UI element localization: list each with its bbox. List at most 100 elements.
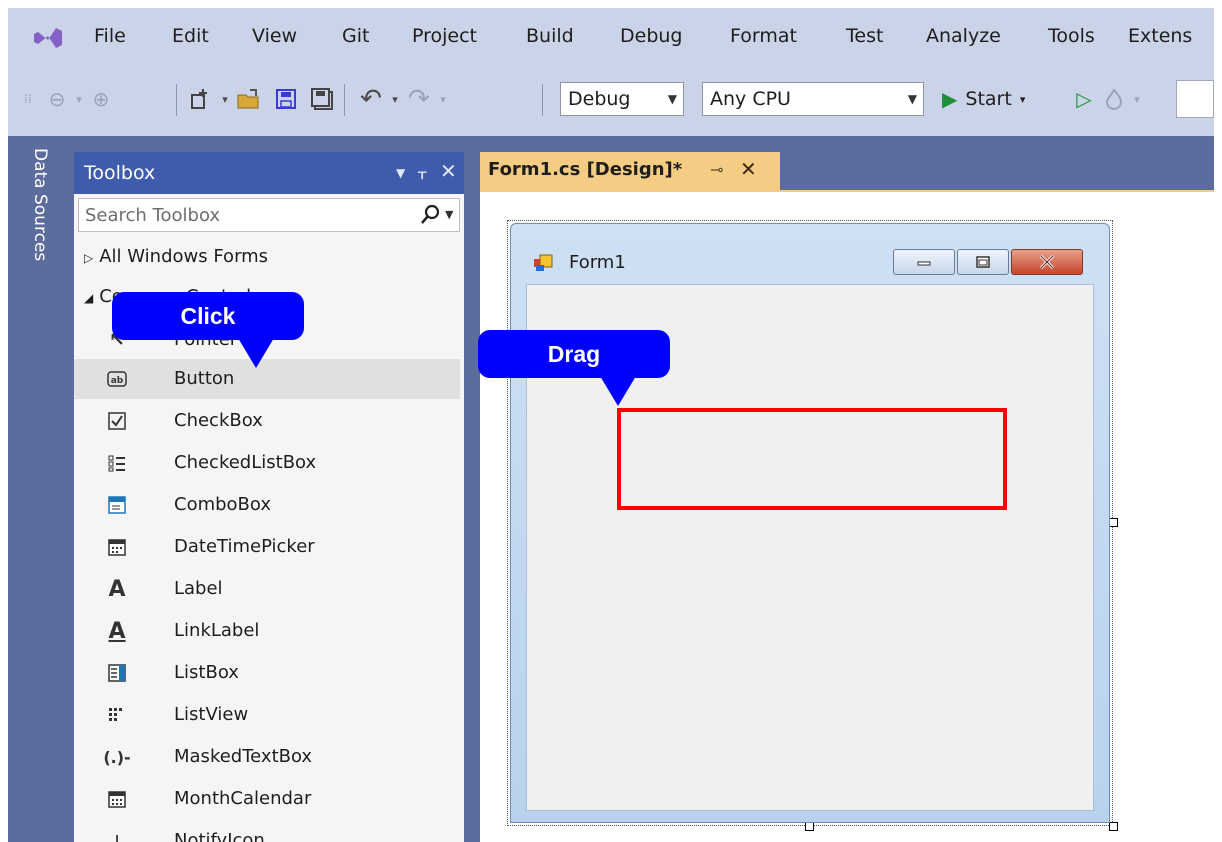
checkbox-icon bbox=[106, 410, 128, 432]
save-all-icon[interactable] bbox=[308, 84, 336, 114]
tab-form1-design[interactable]: Form1.cs [Design]* ⊸ ✕ bbox=[480, 152, 780, 190]
toolbox-item-listbox[interactable]: ListBox bbox=[74, 653, 460, 693]
menu-file[interactable]: File bbox=[94, 25, 126, 47]
menu-bar: File Edit View Git Project Build Debug F… bbox=[8, 8, 1214, 66]
toolbox-item-label: ListView bbox=[174, 704, 249, 725]
navigate-back-icon[interactable]: ⊖ bbox=[44, 84, 70, 114]
navigate-forward-icon[interactable]: ⊕ bbox=[88, 84, 114, 114]
menu-format[interactable]: Format bbox=[730, 25, 797, 47]
data-sources-tab-strip[interactable] bbox=[8, 148, 20, 286]
chevron-down-icon: ▼ bbox=[907, 92, 917, 106]
window-position-dropdown-icon[interactable]: ▼ bbox=[396, 166, 405, 180]
save-icon[interactable] bbox=[272, 84, 300, 114]
collapse-triangle-icon: ◢ bbox=[84, 291, 94, 305]
standard-toolbar: ⁞⁞ ⊖ ▾ ⊕ ▾ ↶ ▾ ↷ ▾ Debug ▼ Any CPU ▼ ▶ S… bbox=[8, 66, 1214, 136]
search-options-dropdown-icon[interactable]: ▼ bbox=[445, 208, 453, 221]
click-callout: Click bbox=[112, 292, 304, 340]
toolbox-item-monthcalendar[interactable]: MonthCalendar bbox=[74, 779, 460, 819]
toolbox-item-label[interactable]: A Label bbox=[74, 569, 460, 609]
toolbox-item-label: DateTimePicker bbox=[174, 536, 315, 557]
solution-configuration-select[interactable]: Debug ▼ bbox=[560, 82, 684, 116]
chevron-down-icon: ▼ bbox=[667, 92, 677, 106]
group-all-windows-forms[interactable]: ▷ All Windows Forms bbox=[84, 246, 268, 267]
toolbox-item-label: Button bbox=[174, 368, 235, 389]
toolbox-item-label: NotifyIcon bbox=[174, 830, 265, 842]
open-file-icon[interactable] bbox=[234, 84, 264, 114]
menu-test[interactable]: Test bbox=[846, 25, 883, 47]
menu-debug[interactable]: Debug bbox=[620, 25, 682, 47]
menu-analyze[interactable]: Analyze bbox=[926, 25, 1001, 47]
menu-git[interactable]: Git bbox=[342, 25, 369, 47]
resize-handle-bottom-right[interactable] bbox=[1109, 822, 1118, 831]
label-icon: A bbox=[108, 576, 126, 602]
toolbar-separator bbox=[542, 84, 543, 116]
toolbox-item-datetimepicker[interactable]: DateTimePicker bbox=[74, 527, 460, 567]
toolbox-item-notifyicon[interactable]: | NotifyIcon bbox=[74, 821, 460, 842]
toolbox-item-label: CheckedListBox bbox=[174, 452, 317, 473]
toolbar-separator bbox=[344, 84, 345, 116]
resize-handle-bottom[interactable] bbox=[805, 822, 814, 831]
new-dropdown-icon[interactable]: ▾ bbox=[218, 84, 232, 114]
drag-callout-pointer bbox=[600, 376, 636, 406]
toolbox-item-checkbox[interactable]: CheckBox bbox=[74, 401, 460, 441]
maximize-icon bbox=[976, 256, 990, 268]
toolbox-header: Toolbox ▼ ᚁ ✕ bbox=[74, 152, 464, 194]
form-title: Form1 bbox=[569, 252, 626, 273]
close-tab-icon[interactable]: ✕ bbox=[740, 157, 757, 181]
toolbox-item-label: LinkLabel bbox=[174, 620, 260, 641]
toolbox-title: Toolbox bbox=[84, 162, 156, 184]
toolbox-item-listview[interactable]: ListView bbox=[74, 695, 460, 735]
form1-window[interactable]: Form1 bbox=[510, 223, 1110, 823]
toolbox-item-label: Label bbox=[174, 578, 223, 599]
undo-icon[interactable]: ↶ bbox=[356, 84, 386, 114]
toolbox-item-checkedlistbox[interactable]: CheckedListBox bbox=[74, 443, 460, 483]
toolbox-item-maskedtextbox[interactable]: (.)- MaskedTextBox bbox=[74, 737, 460, 777]
data-sources-tab[interactable]: Data Sources bbox=[30, 148, 50, 261]
pin-icon[interactable]: ᚁ bbox=[418, 162, 426, 182]
menu-edit[interactable]: Edit bbox=[172, 25, 209, 47]
toolbox-item-label: ListBox bbox=[174, 662, 239, 683]
undo-dropdown-icon[interactable]: ▾ bbox=[388, 84, 402, 114]
menu-build[interactable]: Build bbox=[526, 25, 574, 47]
start-without-debugging-icon[interactable]: ▷ bbox=[1072, 84, 1096, 114]
checkedlistbox-icon bbox=[106, 452, 128, 474]
listview-icon bbox=[106, 704, 128, 726]
resize-handle-right[interactable] bbox=[1109, 518, 1118, 527]
toolbox-item-combobox[interactable]: ComboBox bbox=[74, 485, 460, 525]
close-icon[interactable]: ✕ bbox=[440, 159, 457, 183]
pin-tab-icon[interactable]: ⊸ bbox=[710, 160, 723, 179]
solution-platform-select[interactable]: Any CPU ▼ bbox=[702, 82, 924, 116]
solution-configuration-value: Debug bbox=[568, 88, 631, 110]
back-dropdown-icon[interactable]: ▾ bbox=[72, 84, 86, 114]
redo-dropdown-icon[interactable]: ▾ bbox=[436, 84, 450, 114]
start-debugging-button[interactable]: ▶ Start ▾ bbox=[942, 84, 1025, 114]
toolbox-item-linklabel[interactable]: A LinkLabel bbox=[74, 611, 460, 651]
maximize-button[interactable] bbox=[957, 249, 1009, 275]
menu-view[interactable]: View bbox=[252, 25, 297, 47]
start-dropdown-icon[interactable]: ▾ bbox=[1020, 93, 1026, 106]
menu-tools[interactable]: Tools bbox=[1048, 25, 1095, 47]
toolbox-item-label: ComboBox bbox=[174, 494, 272, 515]
datetimepicker-icon bbox=[106, 536, 128, 558]
toolbar-search-box[interactable] bbox=[1176, 80, 1214, 118]
redo-icon[interactable]: ↷ bbox=[404, 84, 434, 114]
visual-studio-logo-icon bbox=[34, 28, 62, 48]
search-input[interactable] bbox=[79, 199, 409, 231]
group-label: All Windows Forms bbox=[99, 246, 269, 267]
expand-triangle-icon: ▷ bbox=[84, 251, 94, 265]
toolbox-item-label: MaskedTextBox bbox=[174, 746, 313, 767]
monthcalendar-icon bbox=[106, 788, 128, 810]
menu-project[interactable]: Project bbox=[412, 25, 477, 47]
new-project-icon[interactable] bbox=[186, 84, 216, 114]
search-icon[interactable] bbox=[419, 204, 441, 226]
close-button[interactable] bbox=[1011, 249, 1083, 275]
menu-extensions[interactable]: Extens bbox=[1128, 25, 1192, 47]
solution-platform-value: Any CPU bbox=[710, 88, 791, 110]
toolbox-search-box: ▼ bbox=[78, 198, 460, 232]
minimize-button[interactable] bbox=[893, 249, 955, 275]
drag-callout: Drag bbox=[478, 330, 670, 378]
hot-reload-icon[interactable] bbox=[1102, 84, 1126, 114]
drag-callout-label: Drag bbox=[547, 340, 601, 367]
toolbox-item-label: CheckBox bbox=[174, 410, 263, 431]
hot-reload-dropdown-icon[interactable]: ▾ bbox=[1130, 84, 1144, 114]
